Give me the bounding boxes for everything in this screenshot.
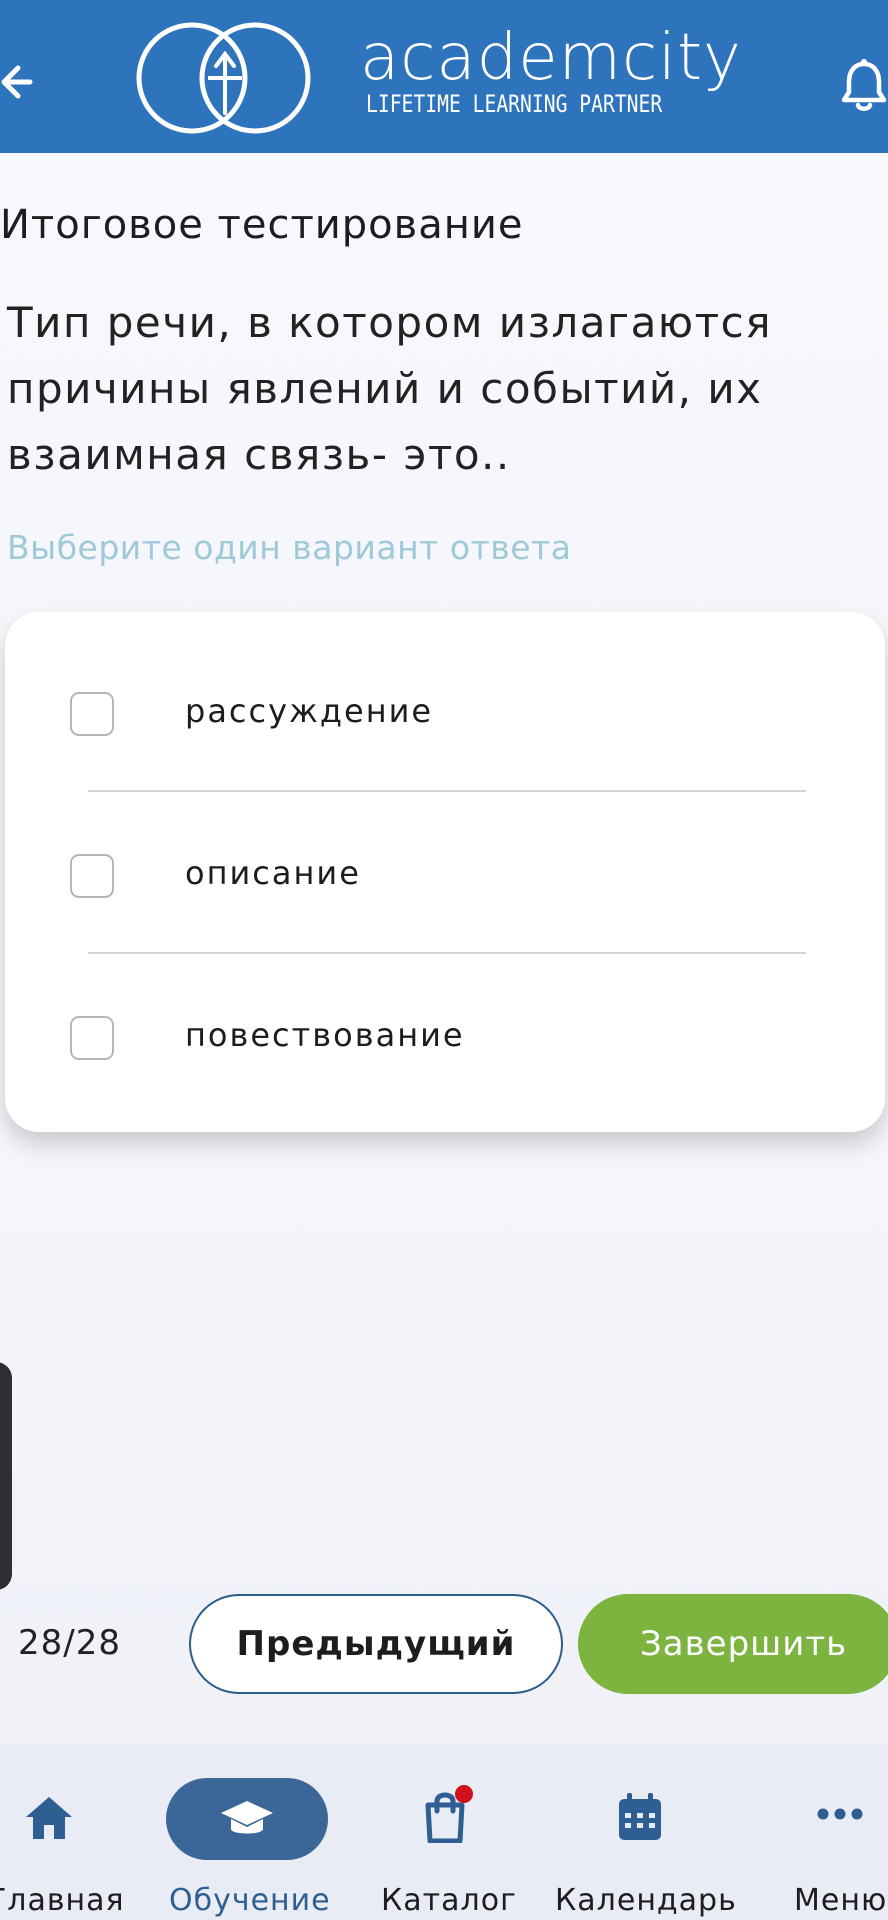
side-drawer-handle[interactable] xyxy=(0,1362,12,1590)
nav-item-home[interactable]: Главная xyxy=(0,1745,124,1920)
option-label: рассуждение xyxy=(185,692,434,730)
option-checkbox[interactable] xyxy=(70,692,114,736)
calendar-icon xyxy=(619,1793,661,1840)
bell-icon xyxy=(841,59,887,111)
notification-badge xyxy=(455,1785,473,1803)
option-divider xyxy=(88,952,806,954)
option-checkbox[interactable] xyxy=(70,1016,114,1060)
home-icon xyxy=(26,1797,72,1839)
answer-option[interactable]: повествование xyxy=(5,986,885,1096)
nav-item-calendar[interactable]: Календарь xyxy=(550,1745,736,1920)
brand-tagline: LIFETIME LEARNING PARTNER xyxy=(366,90,663,118)
nav-label: Обучение xyxy=(169,1883,331,1918)
logo-rings-icon xyxy=(136,22,311,134)
nav-item-catalog[interactable]: Каталог xyxy=(370,1745,520,1920)
back-button[interactable] xyxy=(0,58,40,106)
option-divider xyxy=(88,790,806,792)
answer-hint: Выберите один вариант ответа xyxy=(7,528,572,567)
graduation-cap-icon xyxy=(221,1801,273,1834)
finish-button[interactable]: Завершить xyxy=(578,1594,888,1694)
bottom-navigation: Главная Обучение Каталог Календарь Меню xyxy=(0,1745,888,1920)
app-header: academcity LIFETIME LEARNING PARTNER xyxy=(0,0,888,153)
option-checkbox[interactable] xyxy=(70,854,114,898)
answer-option[interactable]: описание xyxy=(5,824,885,934)
option-label: повествование xyxy=(185,1016,465,1054)
nav-item-learning[interactable]: Обучение xyxy=(160,1745,340,1920)
nav-label: Календарь xyxy=(555,1883,737,1918)
nav-label: Меню xyxy=(794,1883,888,1918)
nav-label: Главная xyxy=(0,1883,125,1918)
previous-button[interactable]: Предыдущий xyxy=(189,1594,563,1694)
answers-card: рассуждение описание повествование xyxy=(5,612,885,1132)
notifications-button[interactable] xyxy=(840,58,888,112)
academcity-logo: academcity LIFETIME LEARNING PARTNER xyxy=(130,18,770,138)
nav-item-menu[interactable]: Меню xyxy=(780,1745,888,1920)
arrow-left-icon xyxy=(1,65,33,99)
page-title: Итоговое тестирование xyxy=(0,202,524,248)
nav-label: Каталог xyxy=(381,1883,517,1918)
option-label: описание xyxy=(185,854,361,892)
more-dots-icon xyxy=(817,1808,863,1820)
question-text: Тип речи, в котором излагаются причины я… xyxy=(7,298,772,479)
answer-option[interactable]: рассуждение xyxy=(5,662,885,772)
brand-name: academcity xyxy=(360,21,742,95)
question-counter: 28/28 xyxy=(18,1623,121,1663)
